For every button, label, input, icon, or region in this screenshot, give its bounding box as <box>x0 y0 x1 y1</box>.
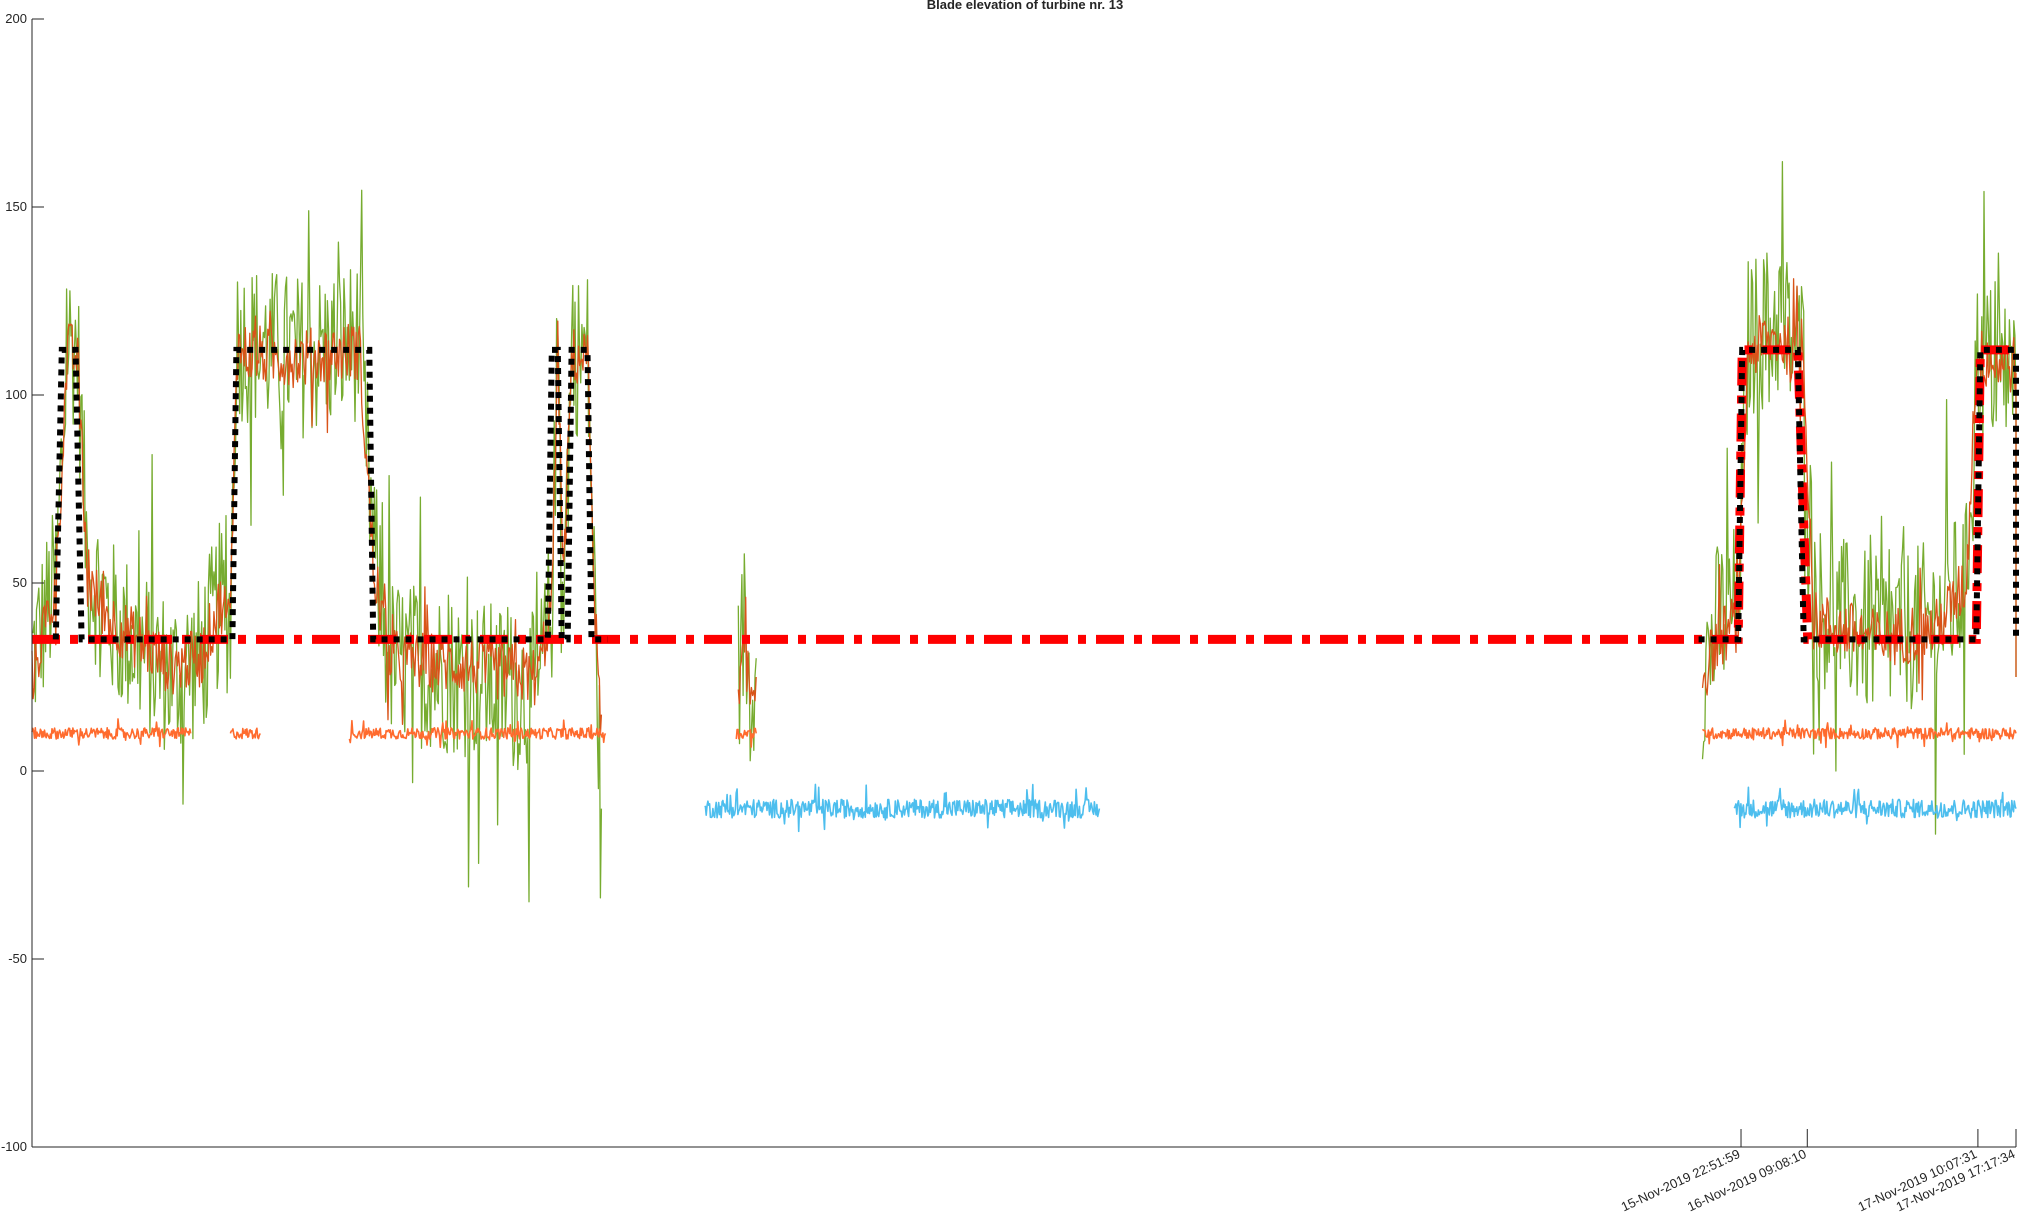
series-1 <box>31 278 2017 735</box>
chart-title: Blade elevation of turbine nr. 13 <box>927 0 1124 12</box>
series-0 <box>31 161 2017 903</box>
series-line <box>1701 719 2017 749</box>
series-5 <box>52 346 2019 643</box>
x-axis: 15-Nov-2019 22:51:5916-Nov-2019 09:08:10… <box>32 1129 2017 1214</box>
series-line <box>31 189 603 903</box>
series-3 <box>704 783 2017 833</box>
series-line <box>704 783 1101 833</box>
y-tick-label: 0 <box>20 763 27 778</box>
y-tick-label: 50 <box>13 575 27 590</box>
y-tick-label: 200 <box>5 11 27 26</box>
series-2 <box>31 718 2017 749</box>
y-tick-label: -100 <box>1 1139 27 1154</box>
y-tick-label: 100 <box>5 387 27 402</box>
x-tick-label: 15-Nov-2019 22:51:59 <box>1619 1146 1743 1214</box>
x-tick-label: 16-Nov-2019 09:08:10 <box>1685 1146 1809 1214</box>
series-line <box>1733 786 2017 829</box>
chart: Blade elevation of turbine nr. 13 -100 -5… <box>1 0 2019 1214</box>
y-tick-label: 150 <box>5 199 27 214</box>
y-axis: -100 -50 0 50 100 150 200 <box>1 11 44 1154</box>
y-tick-label: -50 <box>8 951 27 966</box>
series-line <box>229 727 261 740</box>
series-line <box>31 718 192 748</box>
plot-area <box>31 161 2019 903</box>
